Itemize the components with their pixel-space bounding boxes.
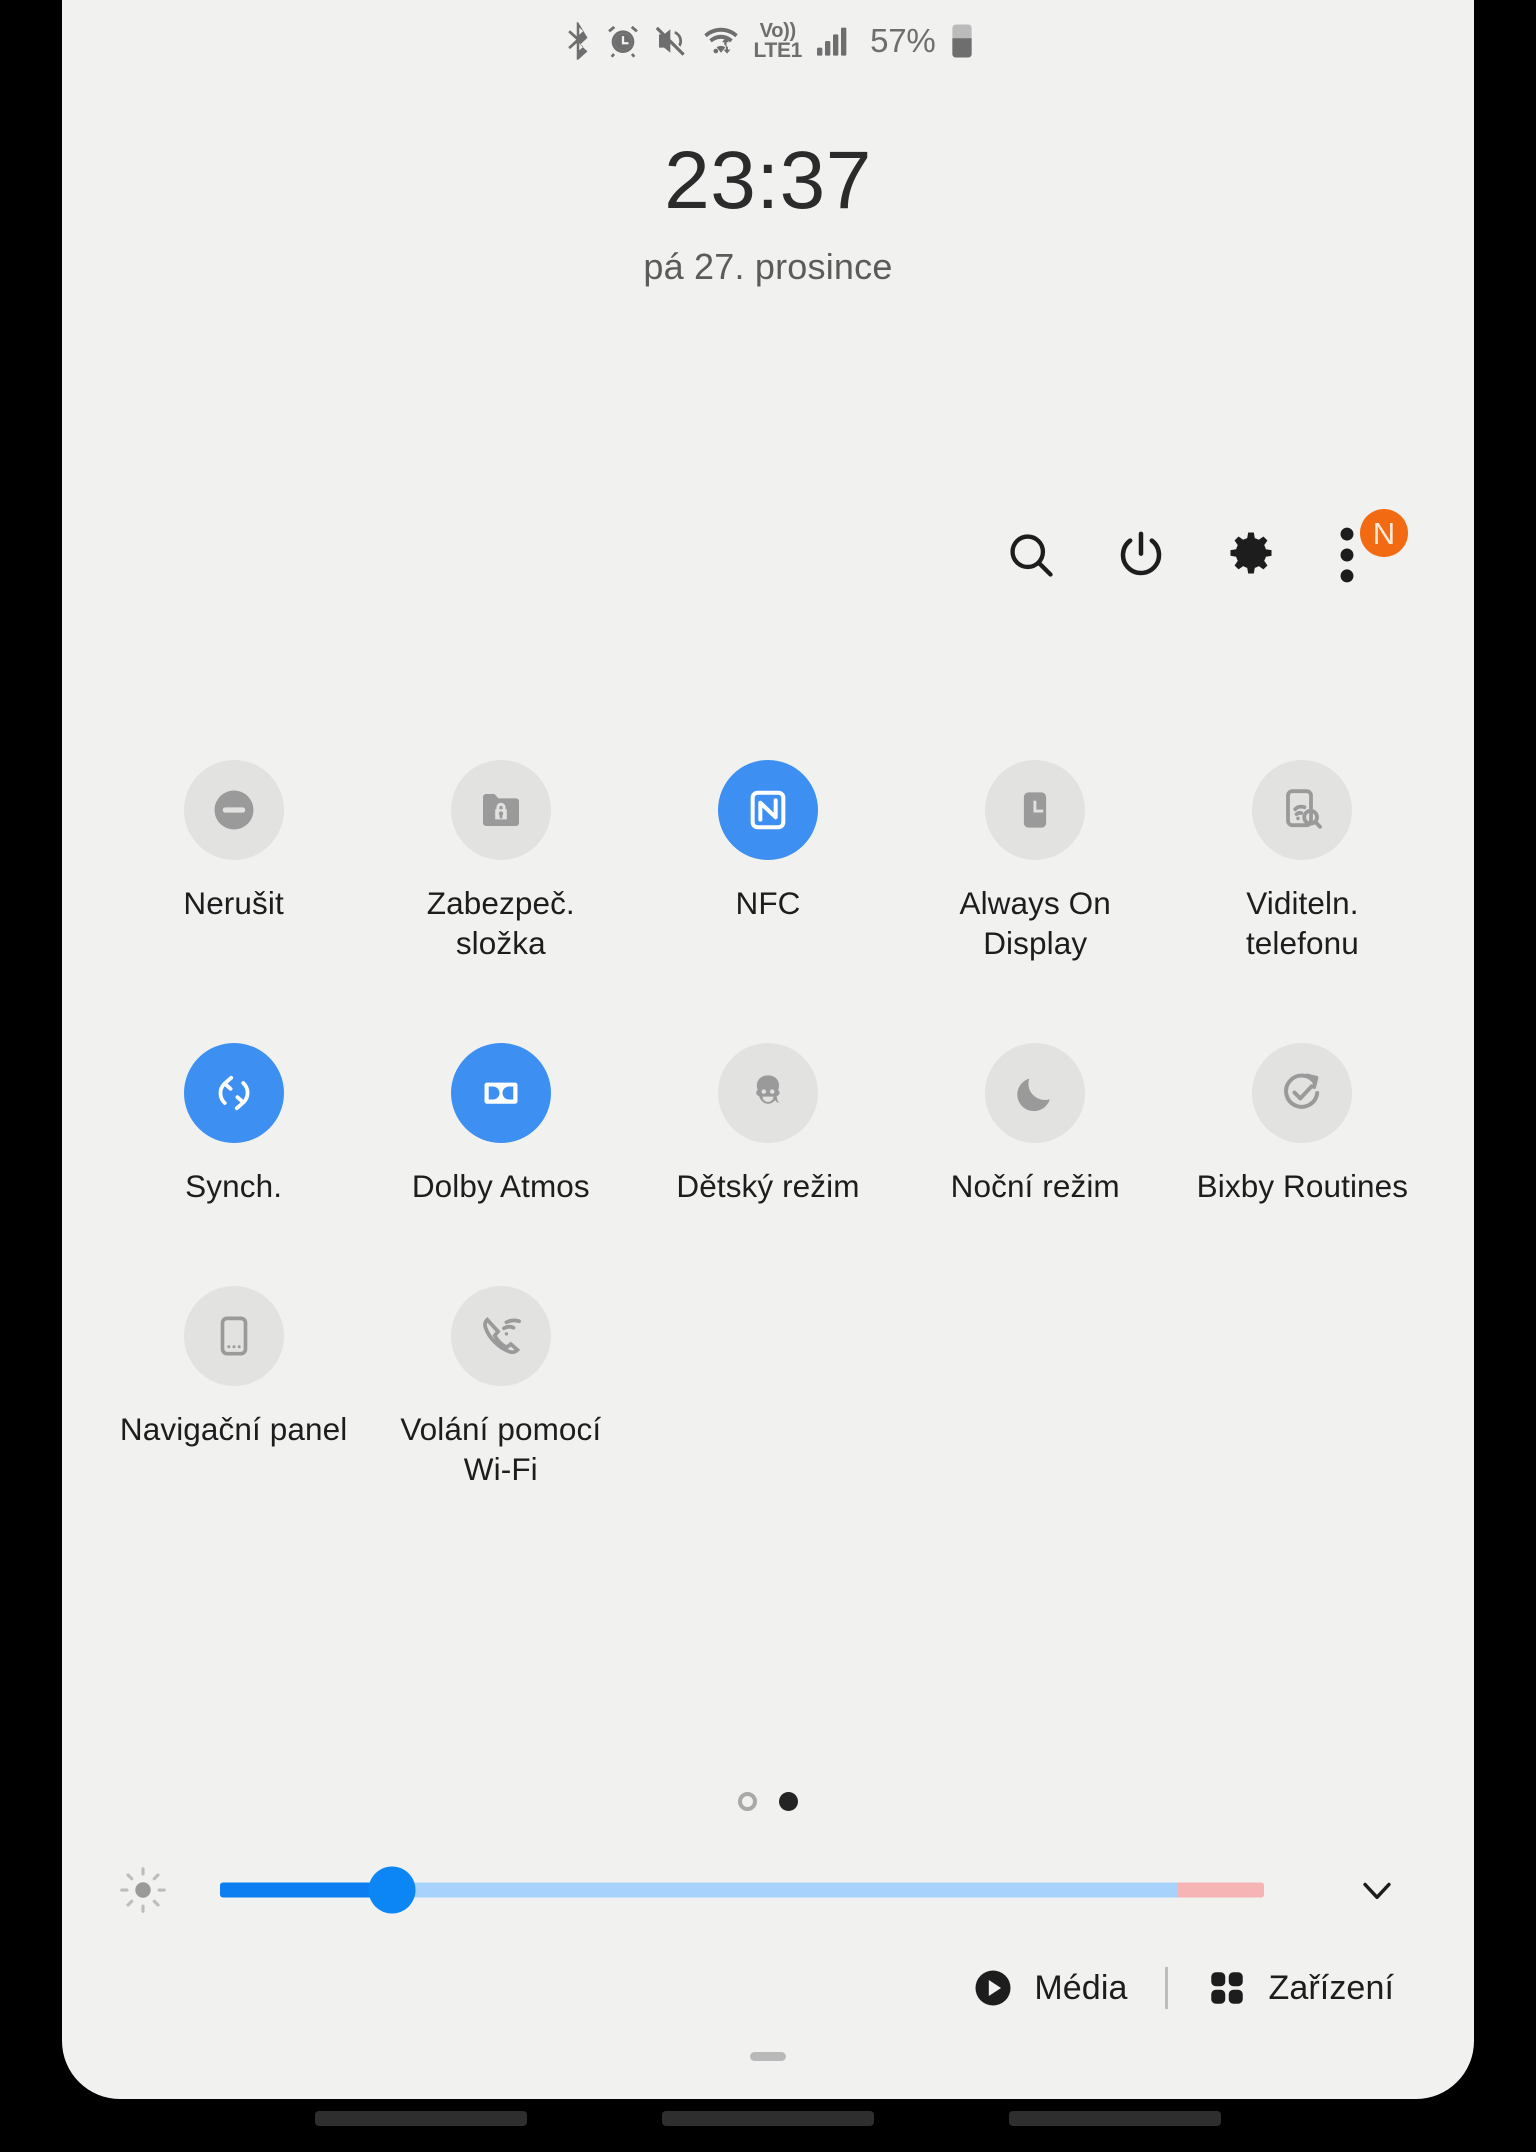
page-indicator <box>62 1792 1474 1811</box>
tile-icon-wrap <box>985 1043 1086 1143</box>
devices-button[interactable]: Zařízení <box>1186 1955 1414 2021</box>
settings-button[interactable] <box>1196 505 1306 605</box>
devices-label: Zařízení <box>1268 1968 1394 2007</box>
tile-dolby-atmos[interactable]: Dolby Atmos <box>367 1043 634 1206</box>
tile-label: Zabezpeč. složka <box>426 885 575 961</box>
wifi-icon <box>704 27 739 54</box>
chevron-down-icon <box>1363 1882 1391 1900</box>
tile-label: Dolby Atmos <box>411 1168 590 1204</box>
clock-date[interactable]: pá 27. prosince <box>62 246 1474 288</box>
notification-badge: N <box>1360 509 1408 557</box>
tile-sync[interactable]: Synch. <box>100 1043 367 1206</box>
phone-screen: Vo)) LTE1 57% 23:37 pá 27. prosince N Ne… <box>0 0 1536 2152</box>
volte-icon: Vo)) LTE1 <box>753 21 803 62</box>
panel-drag-handle[interactable] <box>750 2052 786 2061</box>
tile-phone-visibility[interactable]: Viditeln. telefonu <box>1169 760 1436 963</box>
play-circle-icon <box>975 1970 1011 2006</box>
brightness-high-segment <box>1178 1882 1264 1898</box>
search-icon <box>1010 534 1053 577</box>
tile-icon-wrap <box>717 1043 818 1143</box>
tile-icon-wrap <box>183 1043 284 1143</box>
tile-kids-mode[interactable]: Dětský režim <box>634 1043 901 1206</box>
battery-icon <box>951 24 972 58</box>
tile-icon-wrap <box>1252 760 1353 860</box>
tile-night-mode[interactable]: Noční režim <box>902 1043 1169 1206</box>
tile-icon-wrap <box>1252 1043 1353 1143</box>
nfc-icon <box>750 790 786 830</box>
battery-percentage: 57% <box>870 22 936 59</box>
tile-label: Navigační panel <box>119 1411 348 1447</box>
search-button[interactable] <box>976 505 1086 605</box>
dolby-atmos-icon <box>484 1082 518 1104</box>
status-bar-icons: Vo)) LTE1 57% <box>563 21 972 62</box>
media-label: Média <box>1034 1968 1128 2007</box>
brightness-icon-wrap <box>112 1865 174 1915</box>
page-dot-2[interactable] <box>779 1792 798 1811</box>
tile-label: Noční režim <box>950 1168 1120 1204</box>
navigation-bar-hints <box>0 2111 1536 2126</box>
tile-navigation-bar[interactable]: Navigační panel <box>100 1286 367 1489</box>
brightness-row <box>62 1845 1474 1935</box>
mute-icon <box>656 26 686 56</box>
power-button[interactable] <box>1086 505 1196 605</box>
tile-always-on-display[interactable]: Always On Display <box>902 760 1169 963</box>
page-dot-1[interactable] <box>738 1792 757 1811</box>
tile-icon-wrap <box>450 1043 551 1143</box>
panel-action-buttons: N <box>976 505 1416 605</box>
power-icon <box>1120 531 1162 576</box>
brightness-slider[interactable] <box>182 1845 1332 1935</box>
gear-icon <box>1230 532 1272 574</box>
grid-four-dots-icon <box>1211 1972 1244 2004</box>
tile-icon-wrap <box>183 1286 284 1386</box>
tile-label: Synch. <box>185 1168 283 1204</box>
alarm-icon <box>608 25 639 58</box>
bottom-bar-divider <box>1165 1967 1169 2009</box>
tile-wifi-calling[interactable]: Volání pomocí Wi-Fi <box>367 1286 634 1489</box>
tile-icon-wrap <box>717 760 818 860</box>
quick-settings-panel: Vo)) LTE1 57% 23:37 pá 27. prosince N Ne… <box>62 0 1474 2099</box>
status-bar: Vo)) LTE1 57% <box>62 0 1474 78</box>
brightness-thumb[interactable] <box>368 1866 416 1914</box>
tile-icon-wrap <box>985 760 1086 860</box>
night-mode-icon <box>1017 1078 1050 1112</box>
nav-hint-recents[interactable] <box>315 2111 527 2126</box>
signal-icon <box>817 27 847 56</box>
navigation-bar-icon <box>220 1316 247 1356</box>
brightness-expand-button[interactable] <box>1342 1868 1412 1912</box>
overflow-menu-button[interactable]: N <box>1306 505 1416 605</box>
clock-time[interactable]: 23:37 <box>62 140 1474 222</box>
tile-icon-wrap <box>450 760 551 860</box>
sync-icon <box>218 1075 250 1111</box>
kids-mode-icon <box>756 1075 780 1104</box>
secure-folder-icon <box>482 794 519 826</box>
nav-hint-home[interactable] <box>662 2111 874 2126</box>
tile-label: Volání pomocí Wi-Fi <box>400 1411 602 1487</box>
tile-icon-wrap <box>183 760 284 860</box>
volte-bottom-label: LTE1 <box>753 38 803 62</box>
clock-area: 23:37 pá 27. prosince <box>62 140 1474 288</box>
tile-nfc[interactable]: NFC <box>634 760 901 963</box>
quick-settings-tiles: Nerušit Zabezpeč. složka NFC Always On D… <box>100 760 1436 1489</box>
tile-label: Nerušit <box>183 885 284 921</box>
panel-bottom-bar: Média Zařízení <box>952 1955 1414 2021</box>
always-on-display-icon <box>1024 792 1047 828</box>
tile-label: Always On Display <box>959 885 1111 961</box>
tile-do-not-disturb[interactable]: Nerušit <box>100 760 367 963</box>
nav-hint-back[interactable] <box>1009 2111 1221 2126</box>
tile-secure-folder[interactable]: Zabezpeč. složka <box>367 760 634 963</box>
tile-bixby-routines[interactable]: Bixby Routines <box>1169 1043 1436 1206</box>
phone-visibility-icon <box>1286 789 1323 829</box>
tile-label: Bixby Routines <box>1196 1168 1409 1204</box>
overflow-menu-icon <box>1340 527 1354 583</box>
tile-label: Dětský režim <box>676 1168 860 1204</box>
do-not-disturb-icon <box>214 790 254 830</box>
brightness-icon <box>120 1867 166 1913</box>
wifi-calling-icon <box>482 1317 521 1355</box>
tile-icon-wrap <box>450 1286 551 1386</box>
media-button[interactable]: Média <box>952 1955 1147 2021</box>
bluetooth-icon <box>568 22 588 60</box>
bixby-routines-icon <box>1284 1073 1320 1109</box>
tile-label: Viditeln. telefonu <box>1245 885 1359 961</box>
tile-label: NFC <box>735 885 801 921</box>
